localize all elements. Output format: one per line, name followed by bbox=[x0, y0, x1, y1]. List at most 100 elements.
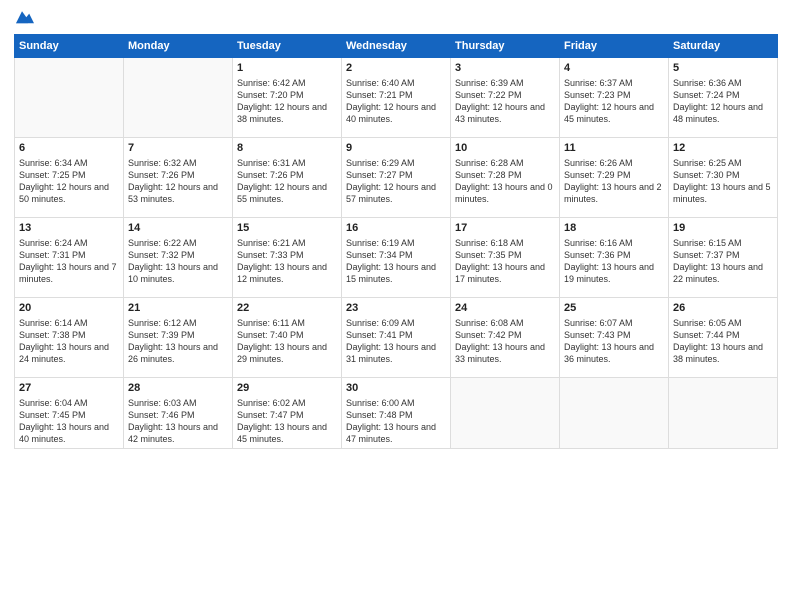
weekday-header-row: SundayMondayTuesdayWednesdayThursdayFrid… bbox=[15, 35, 778, 58]
weekday-header-tuesday: Tuesday bbox=[233, 35, 342, 58]
calendar-cell: 10Sunrise: 6:28 AMSunset: 7:28 PMDayligh… bbox=[451, 138, 560, 218]
day-number: 30 bbox=[346, 381, 446, 396]
day-info: Sunrise: 6:32 AMSunset: 7:26 PMDaylight:… bbox=[128, 157, 228, 206]
calendar-cell bbox=[15, 58, 124, 138]
day-number: 17 bbox=[455, 221, 555, 236]
day-number: 24 bbox=[455, 301, 555, 316]
day-info: Sunrise: 6:14 AMSunset: 7:38 PMDaylight:… bbox=[19, 317, 119, 366]
calendar-cell: 8Sunrise: 6:31 AMSunset: 7:26 PMDaylight… bbox=[233, 138, 342, 218]
calendar-cell: 22Sunrise: 6:11 AMSunset: 7:40 PMDayligh… bbox=[233, 298, 342, 378]
day-info: Sunrise: 6:28 AMSunset: 7:28 PMDaylight:… bbox=[455, 157, 555, 206]
day-number: 13 bbox=[19, 221, 119, 236]
weekday-header-saturday: Saturday bbox=[669, 35, 778, 58]
day-number: 25 bbox=[564, 301, 664, 316]
weekday-header-friday: Friday bbox=[560, 35, 669, 58]
day-info: Sunrise: 6:12 AMSunset: 7:39 PMDaylight:… bbox=[128, 317, 228, 366]
calendar-cell: 7Sunrise: 6:32 AMSunset: 7:26 PMDaylight… bbox=[124, 138, 233, 218]
day-number: 16 bbox=[346, 221, 446, 236]
day-info: Sunrise: 6:04 AMSunset: 7:45 PMDaylight:… bbox=[19, 397, 119, 446]
day-info: Sunrise: 6:40 AMSunset: 7:21 PMDaylight:… bbox=[346, 77, 446, 126]
day-info: Sunrise: 6:24 AMSunset: 7:31 PMDaylight:… bbox=[19, 237, 119, 286]
calendar-cell bbox=[560, 378, 669, 449]
calendar-cell: 14Sunrise: 6:22 AMSunset: 7:32 PMDayligh… bbox=[124, 218, 233, 298]
calendar-cell: 3Sunrise: 6:39 AMSunset: 7:22 PMDaylight… bbox=[451, 58, 560, 138]
day-info: Sunrise: 6:00 AMSunset: 7:48 PMDaylight:… bbox=[346, 397, 446, 446]
calendar-cell: 26Sunrise: 6:05 AMSunset: 7:44 PMDayligh… bbox=[669, 298, 778, 378]
calendar-cell: 28Sunrise: 6:03 AMSunset: 7:46 PMDayligh… bbox=[124, 378, 233, 449]
day-number: 1 bbox=[237, 61, 337, 76]
day-info: Sunrise: 6:42 AMSunset: 7:20 PMDaylight:… bbox=[237, 77, 337, 126]
calendar-cell: 16Sunrise: 6:19 AMSunset: 7:34 PMDayligh… bbox=[342, 218, 451, 298]
calendar-cell: 19Sunrise: 6:15 AMSunset: 7:37 PMDayligh… bbox=[669, 218, 778, 298]
day-number: 26 bbox=[673, 301, 773, 316]
calendar-cell bbox=[124, 58, 233, 138]
logo-icon bbox=[16, 10, 34, 28]
day-number: 3 bbox=[455, 61, 555, 76]
calendar-cell bbox=[669, 378, 778, 449]
day-number: 2 bbox=[346, 61, 446, 76]
day-info: Sunrise: 6:09 AMSunset: 7:41 PMDaylight:… bbox=[346, 317, 446, 366]
calendar-cell: 20Sunrise: 6:14 AMSunset: 7:38 PMDayligh… bbox=[15, 298, 124, 378]
calendar-cell: 2Sunrise: 6:40 AMSunset: 7:21 PMDaylight… bbox=[342, 58, 451, 138]
calendar-cell: 30Sunrise: 6:00 AMSunset: 7:48 PMDayligh… bbox=[342, 378, 451, 449]
day-number: 5 bbox=[673, 61, 773, 76]
calendar-cell: 15Sunrise: 6:21 AMSunset: 7:33 PMDayligh… bbox=[233, 218, 342, 298]
calendar-cell: 23Sunrise: 6:09 AMSunset: 7:41 PMDayligh… bbox=[342, 298, 451, 378]
day-info: Sunrise: 6:18 AMSunset: 7:35 PMDaylight:… bbox=[455, 237, 555, 286]
day-info: Sunrise: 6:29 AMSunset: 7:27 PMDaylight:… bbox=[346, 157, 446, 206]
calendar-cell: 11Sunrise: 6:26 AMSunset: 7:29 PMDayligh… bbox=[560, 138, 669, 218]
day-info: Sunrise: 6:37 AMSunset: 7:23 PMDaylight:… bbox=[564, 77, 664, 126]
day-number: 12 bbox=[673, 141, 773, 156]
day-number: 22 bbox=[237, 301, 337, 316]
day-number: 6 bbox=[19, 141, 119, 156]
day-number: 23 bbox=[346, 301, 446, 316]
day-info: Sunrise: 6:34 AMSunset: 7:25 PMDaylight:… bbox=[19, 157, 119, 206]
day-info: Sunrise: 6:15 AMSunset: 7:37 PMDaylight:… bbox=[673, 237, 773, 286]
day-number: 21 bbox=[128, 301, 228, 316]
calendar-cell: 4Sunrise: 6:37 AMSunset: 7:23 PMDaylight… bbox=[560, 58, 669, 138]
calendar-cell bbox=[451, 378, 560, 449]
day-number: 15 bbox=[237, 221, 337, 236]
day-info: Sunrise: 6:05 AMSunset: 7:44 PMDaylight:… bbox=[673, 317, 773, 366]
day-info: Sunrise: 6:19 AMSunset: 7:34 PMDaylight:… bbox=[346, 237, 446, 286]
day-info: Sunrise: 6:22 AMSunset: 7:32 PMDaylight:… bbox=[128, 237, 228, 286]
calendar-cell: 5Sunrise: 6:36 AMSunset: 7:24 PMDaylight… bbox=[669, 58, 778, 138]
day-number: 11 bbox=[564, 141, 664, 156]
calendar-cell: 17Sunrise: 6:18 AMSunset: 7:35 PMDayligh… bbox=[451, 218, 560, 298]
day-number: 27 bbox=[19, 381, 119, 396]
calendar-cell: 6Sunrise: 6:34 AMSunset: 7:25 PMDaylight… bbox=[15, 138, 124, 218]
day-number: 14 bbox=[128, 221, 228, 236]
header bbox=[14, 10, 778, 28]
day-number: 7 bbox=[128, 141, 228, 156]
calendar-cell: 25Sunrise: 6:07 AMSunset: 7:43 PMDayligh… bbox=[560, 298, 669, 378]
day-number: 9 bbox=[346, 141, 446, 156]
day-info: Sunrise: 6:11 AMSunset: 7:40 PMDaylight:… bbox=[237, 317, 337, 366]
weekday-header-thursday: Thursday bbox=[451, 35, 560, 58]
day-info: Sunrise: 6:36 AMSunset: 7:24 PMDaylight:… bbox=[673, 77, 773, 126]
day-number: 20 bbox=[19, 301, 119, 316]
day-number: 19 bbox=[673, 221, 773, 236]
day-info: Sunrise: 6:16 AMSunset: 7:36 PMDaylight:… bbox=[564, 237, 664, 286]
weekday-header-sunday: Sunday bbox=[15, 35, 124, 58]
day-number: 29 bbox=[237, 381, 337, 396]
day-info: Sunrise: 6:31 AMSunset: 7:26 PMDaylight:… bbox=[237, 157, 337, 206]
calendar-cell: 9Sunrise: 6:29 AMSunset: 7:27 PMDaylight… bbox=[342, 138, 451, 218]
calendar-cell: 21Sunrise: 6:12 AMSunset: 7:39 PMDayligh… bbox=[124, 298, 233, 378]
day-info: Sunrise: 6:25 AMSunset: 7:30 PMDaylight:… bbox=[673, 157, 773, 206]
day-number: 18 bbox=[564, 221, 664, 236]
weekday-header-monday: Monday bbox=[124, 35, 233, 58]
weekday-header-wednesday: Wednesday bbox=[342, 35, 451, 58]
calendar-cell: 27Sunrise: 6:04 AMSunset: 7:45 PMDayligh… bbox=[15, 378, 124, 449]
logo bbox=[14, 10, 36, 28]
day-info: Sunrise: 6:07 AMSunset: 7:43 PMDaylight:… bbox=[564, 317, 664, 366]
day-number: 10 bbox=[455, 141, 555, 156]
calendar: SundayMondayTuesdayWednesdayThursdayFrid… bbox=[14, 34, 778, 449]
calendar-cell: 1Sunrise: 6:42 AMSunset: 7:20 PMDaylight… bbox=[233, 58, 342, 138]
calendar-cell: 13Sunrise: 6:24 AMSunset: 7:31 PMDayligh… bbox=[15, 218, 124, 298]
calendar-cell: 18Sunrise: 6:16 AMSunset: 7:36 PMDayligh… bbox=[560, 218, 669, 298]
calendar-cell: 12Sunrise: 6:25 AMSunset: 7:30 PMDayligh… bbox=[669, 138, 778, 218]
day-info: Sunrise: 6:03 AMSunset: 7:46 PMDaylight:… bbox=[128, 397, 228, 446]
day-info: Sunrise: 6:21 AMSunset: 7:33 PMDaylight:… bbox=[237, 237, 337, 286]
day-info: Sunrise: 6:08 AMSunset: 7:42 PMDaylight:… bbox=[455, 317, 555, 366]
day-number: 28 bbox=[128, 381, 228, 396]
